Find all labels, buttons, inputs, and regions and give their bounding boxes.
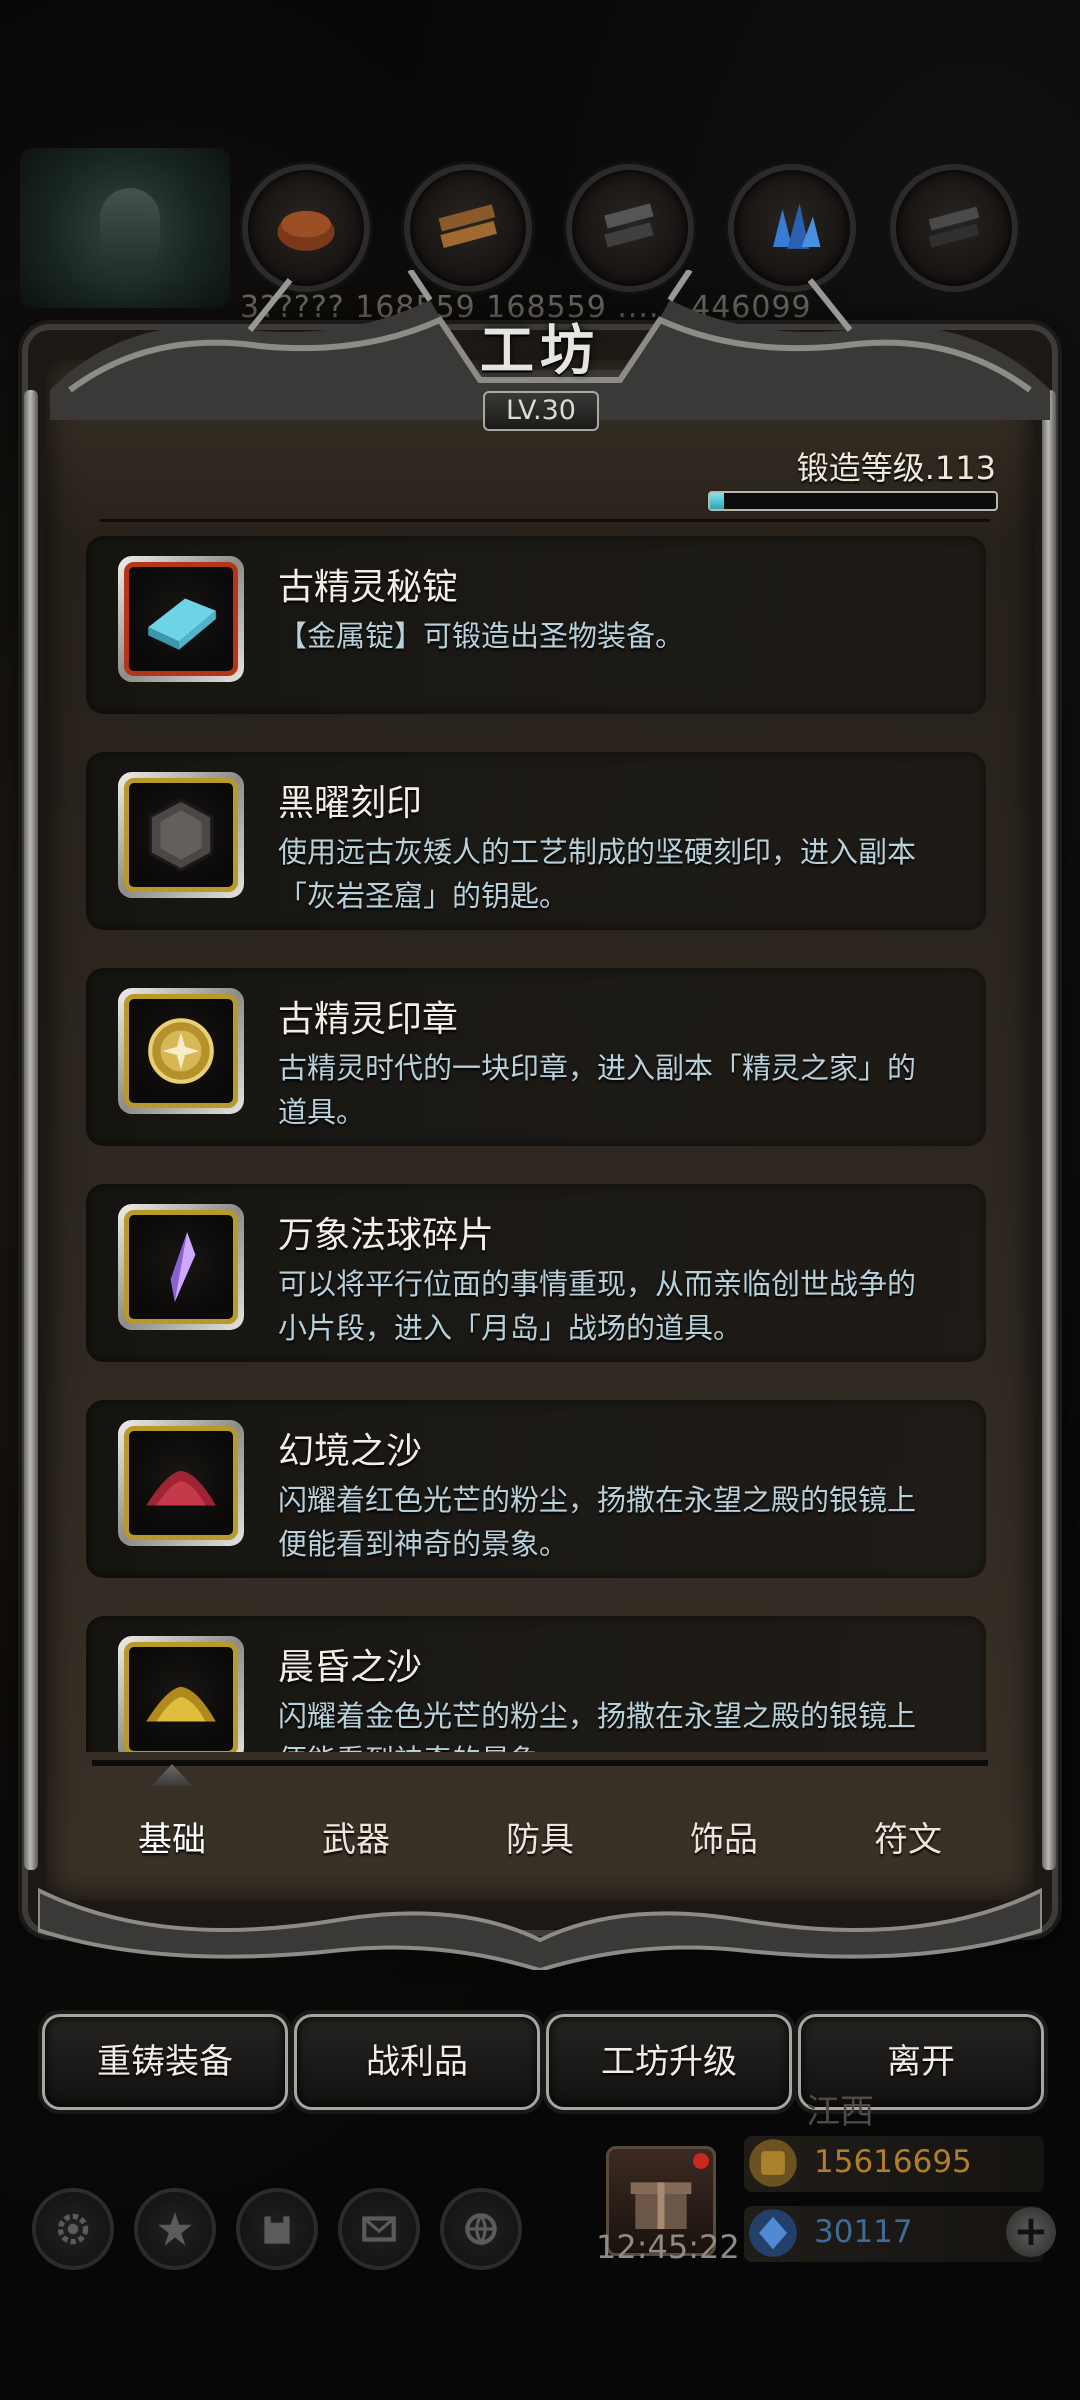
crystal-icon: [773, 203, 821, 249]
iron-icon: [928, 206, 980, 248]
item-icon-slot: [124, 1642, 238, 1752]
star-icon: [158, 2212, 192, 2246]
category-tabs: 基础 武器 防具 饰品 符文: [80, 1800, 1000, 1880]
item-description: 可以将平行位面的事情重现，从而亲临创世战争的小片段，进入「月岛」战场的道具。: [278, 1267, 917, 1345]
item-description: 古精灵时代的一块印章，进入副本「精灵之家」的道具。: [278, 1051, 917, 1129]
item-description: 闪耀着金色光芒的粉尘，扬撒在永望之殿的银镜上便能看到神奇的景象。: [278, 1699, 917, 1752]
item-description: 闪耀着红色光芒的粉尘，扬撒在永望之殿的银镜上便能看到神奇的景象。: [278, 1483, 917, 1561]
tabs-divider: [92, 1760, 988, 1766]
avatar-face: [100, 188, 160, 268]
item-name: 黑曜刻印: [278, 783, 423, 824]
item-name: 万象法球碎片: [278, 1215, 495, 1256]
ingot-icon: [148, 598, 216, 650]
list-item[interactable]: 古精灵印章 古精灵时代的一块印章，进入副本「精灵之家」的道具。: [86, 968, 986, 1146]
item-description: 使用远古灰矮人的工艺制成的坚硬刻印，进入副本「灰岩圣窟」的钥匙。: [278, 835, 917, 913]
gift-icon: [630, 2182, 692, 2229]
notification-dot: [693, 2153, 709, 2169]
forge-progress-fill: [710, 493, 725, 509]
wood-icon: [438, 204, 498, 248]
item-icon-frame: [118, 1420, 244, 1546]
guild-icon[interactable]: [236, 2188, 318, 2270]
crystal-shard-icon: [170, 1232, 196, 1302]
item-icon-slot: [124, 994, 238, 1108]
stone-icon: [604, 203, 654, 248]
obsidian-seal-icon: [148, 798, 214, 872]
workshop-upgrade-button[interactable]: 工坊升级: [546, 2014, 792, 2110]
gem-amount: 30117: [814, 2214, 913, 2250]
item-description: 【金属锭】可锻造出圣物装备。: [278, 619, 685, 653]
gold-sand-icon: [146, 1686, 216, 1722]
reforge-equipment-button[interactable]: 重铸装备: [42, 2014, 288, 2110]
red-sand-icon: [146, 1470, 216, 1506]
gem-display: 30117: [744, 2206, 1044, 2262]
map-icon[interactable]: [440, 2188, 522, 2270]
header-divider: [100, 519, 990, 522]
region-label: 江西: [806, 2092, 874, 2132]
item-icon-slot: [124, 1210, 238, 1324]
forge-progress-bar: [708, 491, 998, 511]
gold-amount: 15616695: [814, 2144, 972, 2180]
gear-icon: [57, 2213, 89, 2245]
gold-coin-icon: [744, 2134, 802, 2192]
item-name: 晨昏之沙: [278, 1647, 423, 1688]
item-name: 幻境之沙: [278, 1431, 423, 1472]
tab-weapons[interactable]: 武器: [264, 1800, 448, 1880]
castle-icon: [264, 2216, 290, 2244]
list-item[interactable]: 黑曜刻印 使用远古灰矮人的工艺制成的坚硬刻印，进入副本「灰岩圣窟」的钥匙。: [86, 752, 986, 930]
leather-icon: [277, 210, 335, 251]
tab-runes[interactable]: 符文: [816, 1800, 1000, 1880]
item-icon-slot: [124, 1426, 238, 1540]
list-item[interactable]: 幻境之沙 闪耀着红色光芒的粉尘，扬撒在永望之殿的银镜上便能看到神奇的景象。: [86, 1400, 986, 1578]
item-icon-frame: [118, 1636, 244, 1752]
list-item[interactable]: 古精灵秘锭 【金属锭】可锻造出圣物装备。: [86, 536, 986, 714]
page-title: 工坊: [480, 318, 600, 382]
item-icon-slot: [124, 778, 238, 892]
add-currency-button[interactable]: +: [1006, 2207, 1056, 2257]
tab-armor[interactable]: 防具: [448, 1800, 632, 1880]
item-icon-frame: [118, 556, 244, 682]
elven-seal-icon: [148, 1018, 214, 1084]
gold-display: 15616695: [744, 2136, 1044, 2192]
list-item[interactable]: 晨昏之沙 闪耀着金色光芒的粉尘，扬撒在永望之殿的银镜上便能看到神奇的景象。: [86, 1616, 986, 1752]
globe-icon: [465, 2213, 497, 2246]
loot-button[interactable]: 战利品: [294, 2014, 540, 2110]
clock: 12:45:22: [596, 2228, 740, 2266]
panel-border-right: [1042, 390, 1056, 1870]
envelope-icon: [362, 2216, 396, 2242]
settings-gear-icon[interactable]: [32, 2188, 114, 2270]
gem-icon: [744, 2204, 802, 2262]
achievement-star-icon[interactable]: [134, 2188, 216, 2270]
item-name: 古精灵印章: [278, 999, 459, 1040]
list-item[interactable]: 万象法球碎片 可以将平行位面的事情重现，从而亲临创世战争的小片段，进入「月岛」战…: [86, 1184, 986, 1362]
workshop-level-badge: LV.30: [483, 391, 599, 431]
item-icon-slot: [124, 562, 238, 676]
forge-level-label: 锻造等级.113: [796, 449, 996, 487]
panel-border-left: [24, 390, 38, 1870]
item-icon-frame: [118, 1204, 244, 1330]
item-icon-frame: [118, 988, 244, 1114]
mail-icon[interactable]: [338, 2188, 420, 2270]
item-list[interactable]: 古精灵秘锭 【金属锭】可锻造出圣物装备。 黑曜刻印 使用远古灰矮人的工艺制成的坚…: [86, 536, 996, 1752]
tab-accessories[interactable]: 饰品: [632, 1800, 816, 1880]
item-icon-frame: [118, 772, 244, 898]
item-name: 古精灵秘锭: [278, 567, 459, 608]
tab-basic[interactable]: 基础: [80, 1800, 264, 1880]
bottom-frame-ornament: [38, 1887, 1042, 1970]
